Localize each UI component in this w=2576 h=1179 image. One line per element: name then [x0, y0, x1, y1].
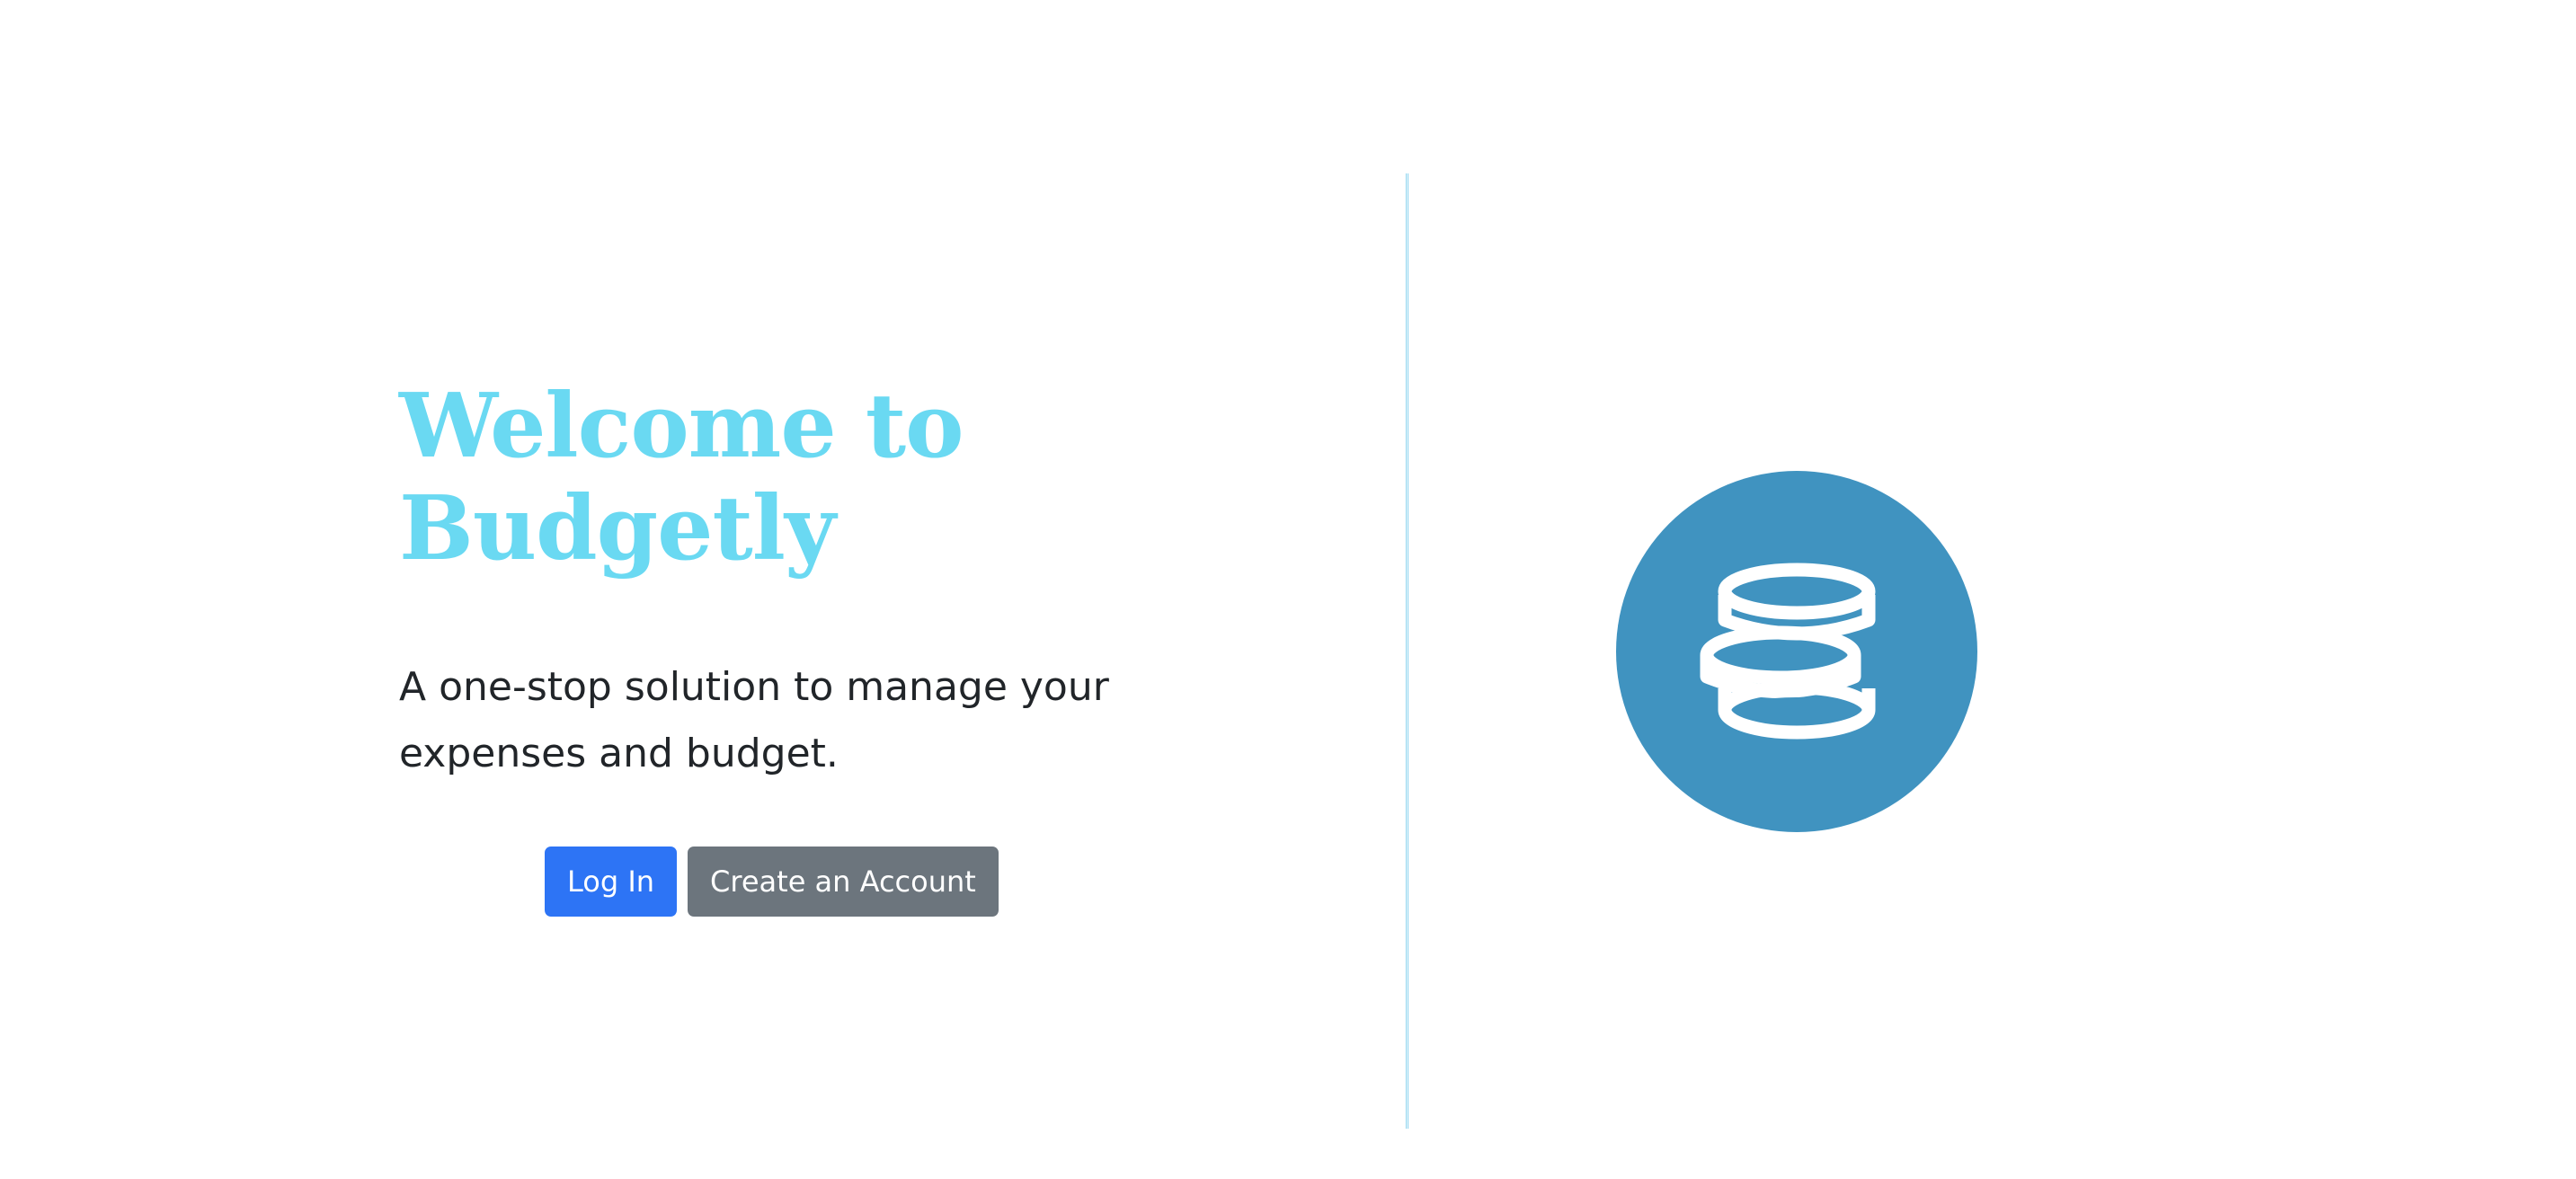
auth-buttons: Log In Create an Account: [545, 847, 999, 917]
page-title: Welcome to Budgetly: [399, 375, 964, 581]
landing-page: Welcome to Budgetly A one-stop solution …: [0, 0, 2576, 1179]
coin-stack-icon: [1616, 471, 1977, 832]
hero-section: Welcome to Budgetly A one-stop solution …: [399, 375, 1136, 917]
hero-subtitle: A one-stop solution to manage your expen…: [399, 664, 1109, 776]
vertical-divider: [1406, 173, 1408, 1129]
create-account-button[interactable]: Create an Account: [688, 847, 999, 917]
login-button[interactable]: Log In: [545, 847, 678, 917]
